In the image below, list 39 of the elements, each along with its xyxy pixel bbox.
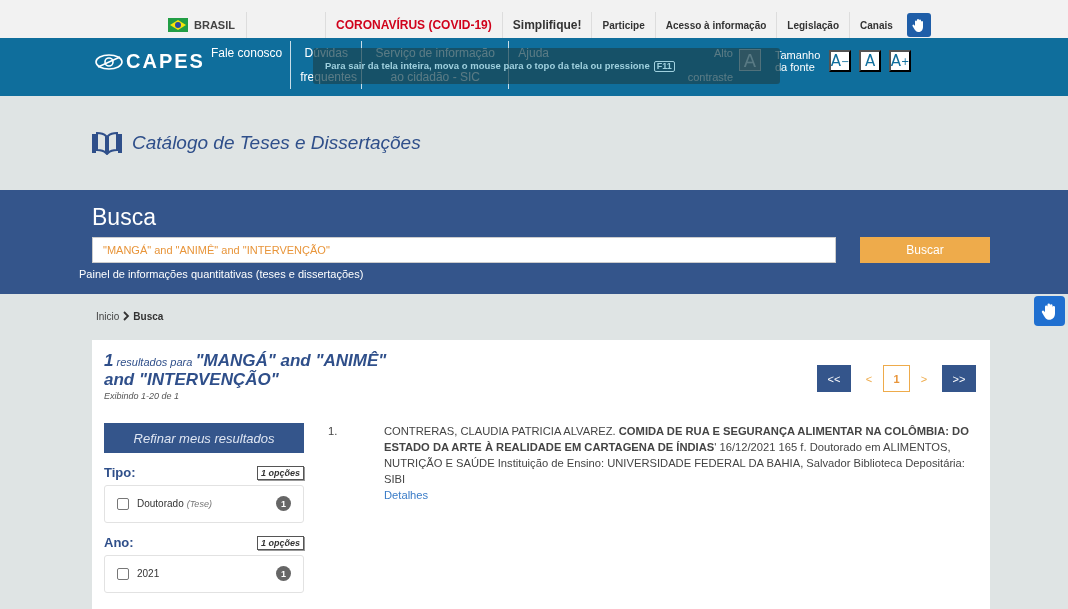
record-citation: CONTRERAS, CLAUDIA PATRICIA ALVAREZ. COMIDA DE RUA E SEGURANÇA ALIMENTAR NA COLÔMBIA: DO ESTADO DA ARTE À REALIDADE EM CARTAGENA DE ÍNDIAS' 16/12/2021 165 f. Doutorado em ALIMENTOS, NUTRIÇÃO E SAÚDE Instituição de Ensino: UNIVERSIDADE FEDERAL DA BAHIA, Salvador Biblioteca Depositária: SIBI [384,424,970,487]
breadcrumb-item[interactable]: Inicio [96,311,120,322]
search-heading: Busca [92,204,157,231]
results-range: Exibindo 1-20 de 1 [104,391,181,401]
options-count: 1 opções [257,535,304,550]
key-label: F11 [653,60,675,72]
count-badge: 1 [276,566,291,581]
country-label[interactable]: BRASIL [194,19,235,31]
flag-icon [168,18,188,32]
contrast-label: Alto contraste [686,46,733,85]
page-jump-button[interactable]: << [817,365,851,392]
options-count: 1 opções [257,465,304,480]
book-icon [90,131,124,155]
filter-title: Tipo: [104,465,136,480]
page-jump-button[interactable]: >> [942,365,976,392]
details-link[interactable]: Detalhes [384,487,429,503]
checkbox[interactable] [117,497,129,510]
filter-option[interactable]: 2021 [137,568,160,579]
results-heading: 1 resultados para "MANGÁ" and "ANIMÊ" and "INTERVENÇÃO" [104,352,388,388]
font-size-button[interactable]: A [859,50,881,72]
filter-option[interactable]: Doutorado [137,498,184,509]
breadcrumb-item: Busca [133,311,164,322]
sign-language-button[interactable] [1034,296,1065,326]
logo-text[interactable]: CAPES [126,50,205,73]
record-number: 1. [328,424,339,439]
filter-title: Ano: [104,535,134,550]
font-size-button[interactable]: A$^{−}$ [829,50,851,72]
dashboard-link[interactable]: Painel de informações quantitativas (teses e dissertações) [79,268,364,280]
catalog-title: Catálogo de Teses e Dissertações [132,132,421,154]
filter-note: (Tese) [186,498,212,509]
nav-link[interactable]: Fale conosco [208,41,291,89]
refine-button[interactable]: Refinar meus resultados [104,423,304,453]
count-badge: 1 [276,496,291,511]
font-size-label: Tamanho da fonte [775,49,822,73]
checkbox[interactable] [117,567,129,580]
font-size-button[interactable]: A$^{+}$ [889,50,911,72]
logo-icon [95,52,123,71]
sign-language-button[interactable] [906,13,931,37]
chevron-icon [122,311,131,321]
